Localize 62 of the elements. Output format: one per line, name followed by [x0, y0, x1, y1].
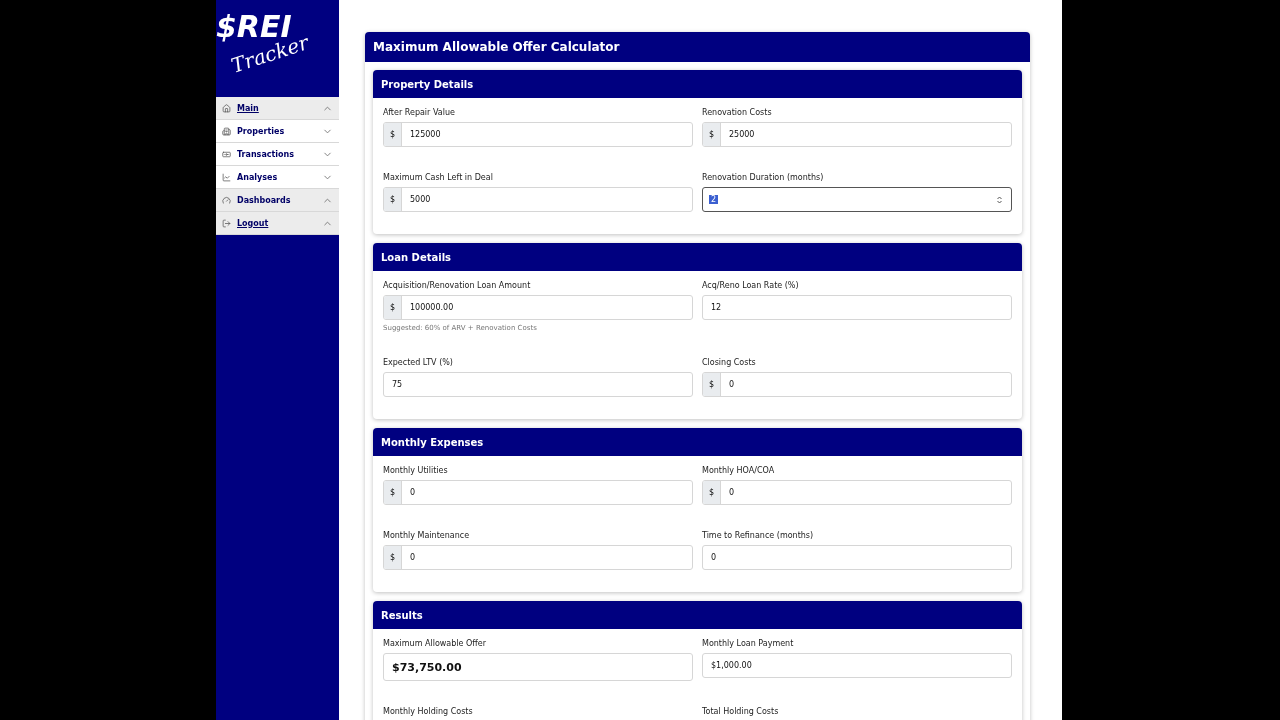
currency-prefix: $ [384, 123, 402, 146]
sidebar-label: Dashboards [237, 195, 292, 205]
field-label: Monthly Holding Costs [383, 707, 474, 716]
input-field[interactable]: 0 [702, 545, 1012, 570]
menu-icon [222, 172, 231, 182]
field-label: Time to Refinance (months) [702, 531, 815, 540]
section-title: Loan Details [373, 243, 1022, 271]
field-label: Monthly Maintenance [383, 531, 471, 540]
sidebar-label: Analyses [237, 172, 279, 182]
input-field[interactable]: $ 0 [702, 480, 1012, 505]
input-field[interactable]: $ 100000.00 [383, 295, 693, 320]
field-label: After Repair Value [383, 108, 456, 117]
input-field[interactable]: $73,750.00 [383, 653, 693, 681]
input-field[interactable]: $ 0 [383, 545, 693, 570]
section-title: Monthly Expenses [373, 428, 1022, 456]
field-label: Maximum Cash Left in Deal [383, 173, 494, 182]
spinner-icon[interactable] [997, 195, 1002, 204]
menu-icon [222, 195, 231, 205]
field-label: Acq/Reno Loan Rate (%) [702, 281, 800, 290]
sidebar-label: Properties [237, 126, 286, 136]
field-label: Renovation Duration (months) [702, 173, 825, 182]
currency-prefix: $ [384, 546, 402, 569]
sidebar-item[interactable]: Properties [216, 120, 339, 143]
section-title: Property Details [373, 70, 1022, 98]
sidebar-item[interactable]: Analyses [216, 166, 339, 189]
sidebar-item[interactable]: Logout [216, 212, 339, 235]
input-field[interactable]: $1,000.00 [702, 653, 1012, 678]
currency-prefix: $ [703, 373, 721, 396]
sidebar-label: Logout [237, 218, 270, 228]
field-label: Closing Costs [702, 358, 757, 367]
field-label: Renovation Costs [702, 108, 773, 117]
input-field[interactable]: $ 125000 [383, 122, 693, 147]
currency-prefix: $ [703, 123, 721, 146]
sidebar-label: Transactions [237, 149, 296, 159]
input-field[interactable]: 2 [702, 187, 1012, 212]
field-label: Monthly HOA/COA [702, 466, 776, 475]
menu-icon [222, 126, 231, 136]
field-label: Total Holding Costs [702, 707, 780, 716]
sidebar-item[interactable]: Dashboards [216, 189, 339, 212]
field-label: Monthly Loan Payment [702, 639, 795, 648]
section-title: Results [373, 601, 1022, 629]
input-field[interactable]: 12 [702, 295, 1012, 320]
menu-icon [222, 149, 231, 159]
field-label: Maximum Allowable Offer [383, 639, 487, 648]
input-field[interactable]: $ 0 [702, 372, 1012, 397]
sidebar-item[interactable]: Main [216, 97, 339, 120]
input-field[interactable]: 75 [383, 372, 693, 397]
currency-prefix: $ [384, 481, 402, 504]
field-label: Expected LTV (%) [383, 358, 454, 367]
calculator-title: Maximum Allowable Offer Calculator [365, 32, 1030, 62]
sidebar-item[interactable]: Transactions [216, 143, 339, 166]
sidebar-label: Main [237, 103, 260, 113]
currency-prefix: $ [703, 481, 721, 504]
field-label: Monthly Utilities [383, 466, 449, 475]
menu-icon [222, 103, 231, 113]
field-label: Acquisition/Renovation Loan Amount [383, 281, 532, 290]
currency-prefix: $ [384, 296, 402, 319]
input-field[interactable]: $ 25000 [702, 122, 1012, 147]
menu-icon [222, 218, 231, 228]
input-field[interactable]: $ 0 [383, 480, 693, 505]
input-field[interactable]: $ 5000 [383, 187, 693, 212]
currency-prefix: $ [384, 188, 402, 211]
